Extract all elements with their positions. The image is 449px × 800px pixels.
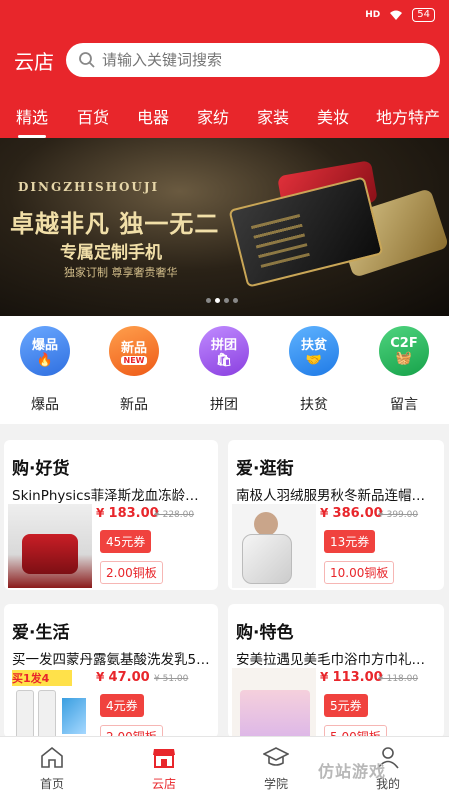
coupon-badge[interactable]: 13元券 [324,530,376,553]
nav-store[interactable]: 云店 [134,745,194,792]
quick-link-pintuan[interactable]: 拼团 🛍 拼团 [194,326,254,414]
page-title: 云店 [14,50,54,74]
carousel-dot-active[interactable] [215,298,220,303]
app-header: HD 54 云店 精选 百货 电器 家纺 家装 美妆 地方特产 [0,0,449,138]
quick-link-label: 留言 [390,397,418,413]
group-buy-icon: 拼团 🛍 [199,326,249,376]
product-card-shenghuo[interactable]: 爱·生活 买一发四蒙丹露氨基酸洗发乳52... 买1发4 ¥ 47.00 ¥ 5… [4,604,218,738]
product-card-guangjie[interactable]: 爱·逛街 南极人羽绒服男秋冬新品连帽加... ¥ 386.00 ¥ 399.00… [228,440,444,590]
nav-label: 首页 [39,777,64,791]
home-icon [41,746,63,768]
quick-link-label: 新品 [120,397,148,413]
original-price: ¥ 118.00 [378,674,419,684]
coin-badge: 2.00铜板 [100,561,163,584]
tab-difangtechan[interactable]: 地方特产 [376,104,440,128]
product-image [232,668,316,738]
carousel-dot[interactable] [233,298,238,303]
tab-jiafang[interactable]: 家纺 [197,104,229,128]
original-price: ¥ 399.00 [378,510,419,520]
card-title: 爱·逛街 [236,459,294,479]
nav-home[interactable]: 首页 [22,745,82,792]
banner-brand: DINGZHISHOUJI [18,180,160,194]
nav-label: 学院 [263,777,288,791]
product-price: ¥ 183.00 [96,506,159,521]
store-icon [153,749,175,768]
carousel-dot[interactable] [206,298,211,303]
product-card-haohuo[interactable]: 购·好货 SkinPhysics菲泽斯龙血冻龄焕颜... ¥ 183.00 ¥ … [4,440,218,590]
nav-label: 云店 [151,777,176,791]
status-bar: HD 54 [365,8,435,22]
product-image [8,504,92,588]
product-image: 买1发4 [8,668,92,738]
search-bar[interactable] [66,43,440,77]
quick-links: 爆品 🔥 爆品 新品 NEW 新品 拼团 🛍 拼团 扶贫 🤝 扶贫 C2F 🧺 留言 [0,316,449,424]
quick-link-fupin[interactable]: 扶贫 🤝 扶贫 [284,326,344,414]
card-title: 购·好货 [12,459,70,479]
tab-jiazhuang[interactable]: 家装 [257,104,289,128]
search-icon [79,52,95,68]
promo-banner[interactable]: DINGZHISHOUJI 卓越非凡 独一无二 专属定制手机 独家订制 尊享奢贵… [0,138,449,316]
card-title: 爱·生活 [12,623,70,643]
coupon-badge[interactable]: 5元券 [324,694,368,717]
c2f-icon: C2F 🧺 [379,326,429,376]
quick-link-liuyan[interactable]: C2F 🧺 留言 [374,326,434,414]
product-price: ¥ 113.00 [320,670,383,685]
banner-headline: 卓越非凡 独一无二 [10,209,220,238]
product-name: 买一发四蒙丹露氨基酸洗发乳52... [12,652,212,668]
watermark: 仿站游戏 [318,762,387,781]
category-tabs: 精选 百货 电器 家纺 家装 美妆 地方特产 [0,104,449,138]
product-card-tese[interactable]: 购·特色 安美拉遇见美毛巾浴巾方巾礼盒... ¥ 113.00 ¥ 118.00… [228,604,444,738]
quick-link-label: 拼团 [210,397,238,413]
battery-indicator: 54 [412,8,435,22]
carousel-indicator [206,298,238,303]
quick-link-label: 扶贫 [300,397,328,413]
original-price: ¥ 228.00 [154,510,195,520]
coupon-badge[interactable]: 45元券 [100,530,152,553]
nav-academy[interactable]: 学院 [246,745,306,792]
signal-label: HD [365,10,381,20]
tab-dianqi[interactable]: 电器 [137,104,169,128]
new-product-icon: 新品 NEW [109,326,159,376]
tab-meizhuang[interactable]: 美妆 [317,104,349,128]
banner-subheadline: 专属定制手机 [60,243,162,263]
product-name: SkinPhysics菲泽斯龙血冻龄焕颜... [12,488,212,504]
product-name: 南极人羽绒服男秋冬新品连帽加... [236,488,436,504]
tab-jingxuan[interactable]: 精选 [16,104,48,138]
product-price: ¥ 386.00 [320,506,383,521]
coin-badge: 10.00铜板 [324,561,395,584]
quick-link-baopin[interactable]: 爆品 🔥 爆品 [15,326,75,414]
quick-link-label: 爆品 [31,397,59,413]
banner-tagline: 独家订制 尊享奢贵奢华 [64,266,178,279]
carousel-dot[interactable] [224,298,229,303]
tab-baihuo[interactable]: 百货 [77,104,109,128]
card-title: 购·特色 [236,623,294,643]
wifi-icon [390,10,403,20]
product-name: 安美拉遇见美毛巾浴巾方巾礼盒... [236,652,436,668]
poverty-aid-icon: 扶贫 🤝 [289,326,339,376]
quick-link-xinpin[interactable]: 新品 NEW 新品 [104,326,164,414]
hot-product-icon: 爆品 🔥 [20,326,70,376]
search-input[interactable] [102,51,422,69]
graduation-cap-icon [263,747,289,766]
coupon-badge[interactable]: 4元券 [100,694,144,717]
product-price: ¥ 47.00 [96,670,150,685]
product-image [232,504,316,588]
original-price: ¥ 51.00 [154,674,189,684]
